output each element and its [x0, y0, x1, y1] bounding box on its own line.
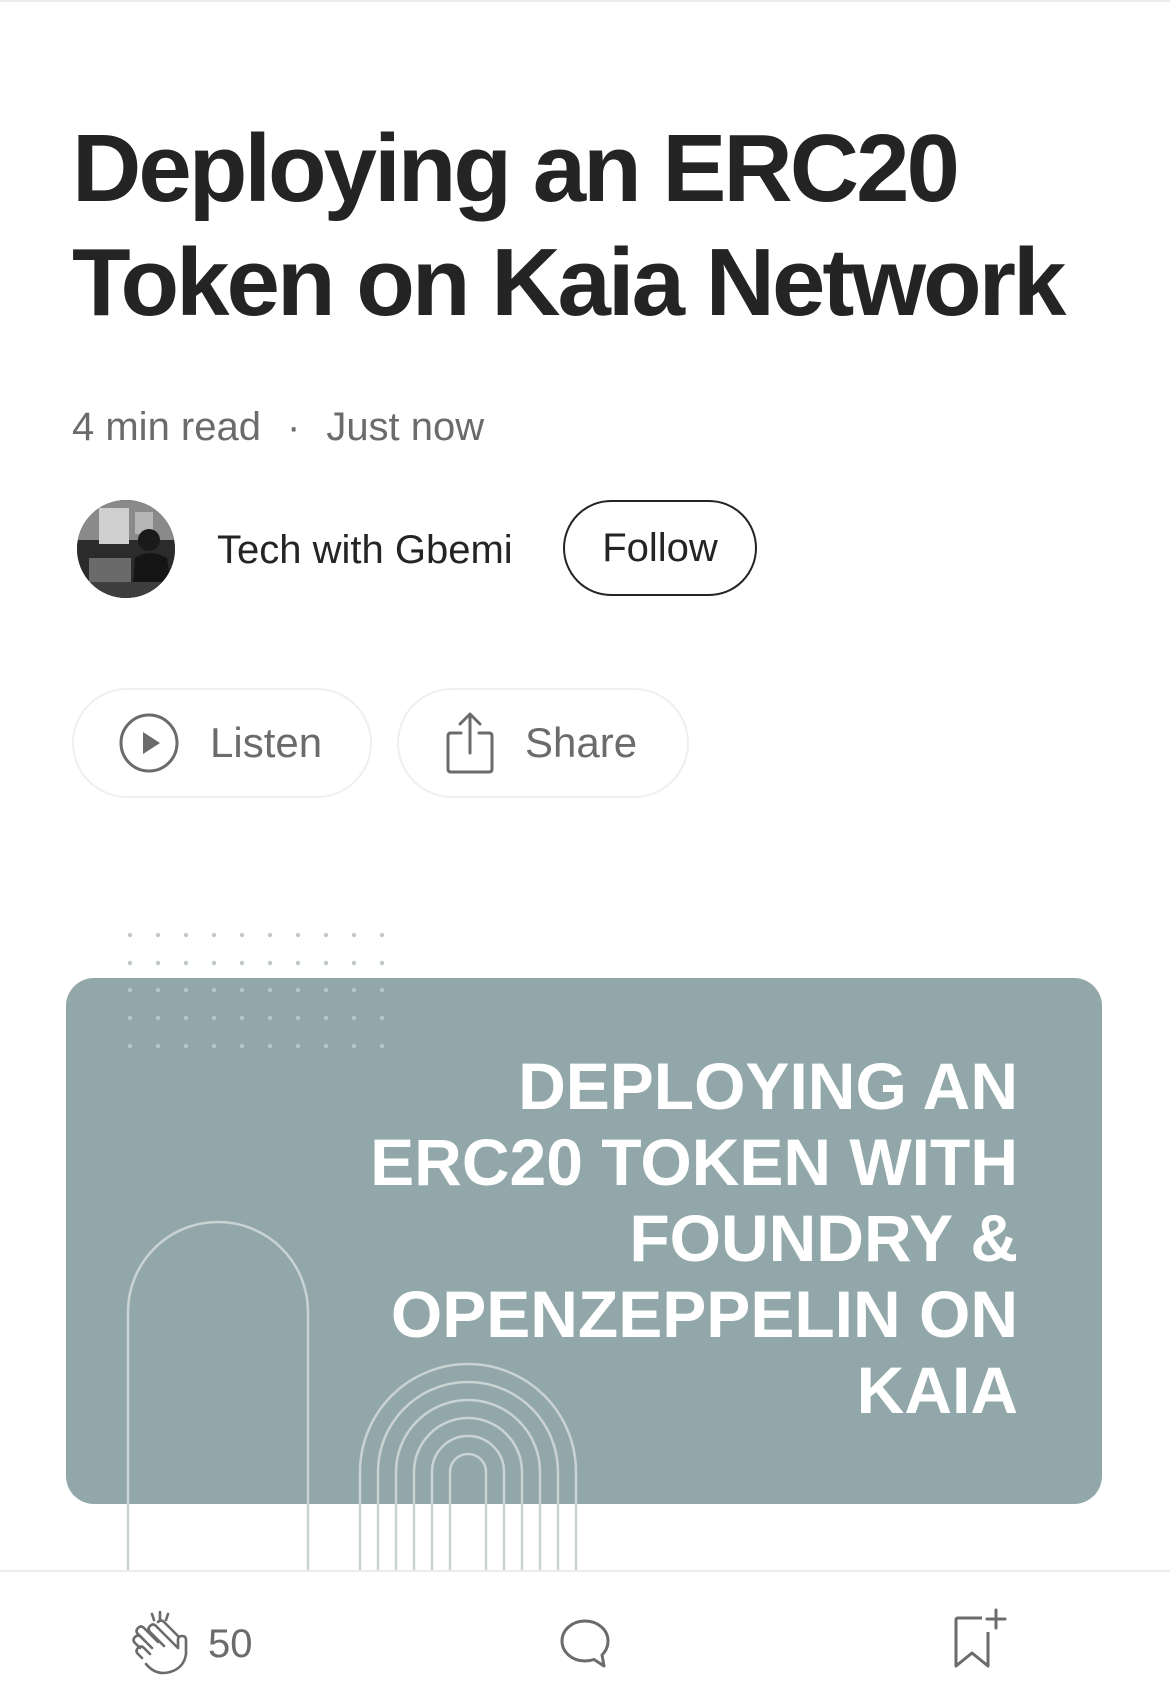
- article-title: Deploying an ERC20 Token on Kaia Network: [72, 115, 1066, 336]
- publish-time: Just now: [326, 405, 485, 449]
- avatar-photo: [77, 500, 175, 598]
- hero-image: DEPLOYING AN ERC20 TOKEN WITH FOUNDRY & …: [60, 920, 1120, 1570]
- bottom-action-bar: 50: [0, 1570, 1170, 1702]
- read-time: 4 min read: [72, 405, 261, 449]
- share-icon: [445, 711, 495, 775]
- hero-line-3: FOUNDRY &: [629, 1201, 1018, 1275]
- meta-separator: ·: [286, 405, 301, 449]
- listen-button[interactable]: Listen: [72, 688, 372, 798]
- bookmark-button[interactable]: [952, 1608, 1008, 1675]
- clap-button[interactable]: 50: [130, 1610, 253, 1678]
- hero-line-1: DEPLOYING AN: [518, 1049, 1018, 1123]
- hero-line-4: OPENZEPPELIN ON: [391, 1277, 1018, 1351]
- author-row: Tech with Gbemi Follow: [72, 498, 972, 602]
- share-button[interactable]: Share: [397, 688, 689, 798]
- clap-count: 50: [208, 1621, 253, 1666]
- bookmark-add-icon: [954, 1608, 1007, 1668]
- play-icon: [118, 712, 180, 774]
- hero-line-2: ERC20 TOKEN WITH: [370, 1125, 1018, 1199]
- clap-icon: [132, 1610, 188, 1675]
- follow-button[interactable]: Follow: [563, 500, 757, 596]
- article-meta: 4 min read · Just now: [72, 405, 484, 450]
- top-divider: [0, 0, 1170, 2]
- author-name[interactable]: Tech with Gbemi: [217, 528, 513, 573]
- comment-button[interactable]: [558, 1616, 612, 1675]
- hero-line-5: KAIA: [857, 1353, 1018, 1427]
- share-label: Share: [525, 719, 638, 766]
- author-avatar[interactable]: [77, 500, 175, 598]
- listen-label: Listen: [210, 719, 323, 766]
- hero-graphic: DEPLOYING AN ERC20 TOKEN WITH FOUNDRY & …: [66, 932, 1102, 1570]
- comment-icon: [560, 1619, 610, 1668]
